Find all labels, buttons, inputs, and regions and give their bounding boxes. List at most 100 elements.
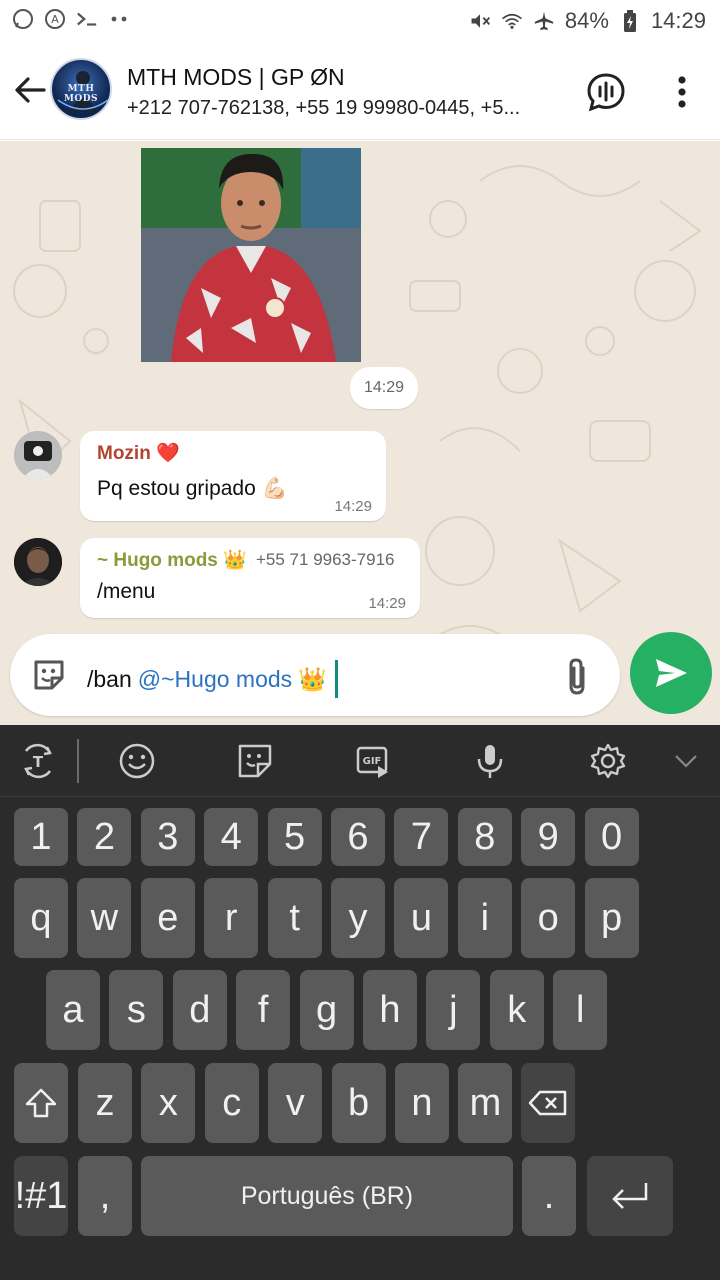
message-input[interactable]: /ban @~Hugo mods 👑 xyxy=(87,660,338,698)
collapse-toolbar-button[interactable] xyxy=(666,741,706,781)
backspace-icon xyxy=(528,1090,567,1116)
key-d[interactable]: d xyxy=(172,970,227,1050)
shift-key[interactable] xyxy=(14,1063,68,1143)
message-bubble[interactable]: ~ Hugo mods 👑 +55 71 9963-7916 /menu 14:… xyxy=(80,538,420,618)
svg-text:T: T xyxy=(33,753,44,771)
gif-button[interactable]: GIF xyxy=(353,741,393,781)
key-4[interactable]: 4 xyxy=(204,808,259,866)
paperclip-icon xyxy=(569,658,585,695)
message-composer[interactable]: /ban @~Hugo mods 👑 xyxy=(10,634,620,716)
message-text: /menu xyxy=(97,580,156,603)
key-u[interactable]: u xyxy=(394,878,449,958)
svg-text:GIF: GIF xyxy=(363,756,382,767)
enter-key[interactable] xyxy=(587,1156,673,1236)
key-s[interactable]: s xyxy=(109,970,164,1050)
chat-header: MTH MODS MTH MODS | GP ØN +212 707-76213… xyxy=(0,42,720,140)
message-bubble[interactable]: Mozin ❤️ Pq estou gripado 💪🏻 14:29 xyxy=(80,431,386,521)
key-l[interactable]: l xyxy=(553,970,608,1050)
sticker-image[interactable] xyxy=(141,148,361,362)
symbols-key[interactable]: !#1 xyxy=(14,1156,68,1236)
back-button[interactable] xyxy=(10,70,50,110)
sender-name: Mozin ❤️ xyxy=(97,443,180,464)
participants-list: +212 707-762138, +55 19 99980-0445, +5..… xyxy=(127,97,521,119)
key-2[interactable]: 2 xyxy=(77,808,132,866)
key-n[interactable]: n xyxy=(395,1063,449,1143)
key-x[interactable]: x xyxy=(141,1063,196,1143)
key-r[interactable]: r xyxy=(204,878,259,958)
wifi-icon xyxy=(501,10,523,32)
key-z[interactable]: z xyxy=(78,1063,132,1143)
key-v[interactable]: v xyxy=(268,1063,323,1143)
sticker-keyboard-button[interactable] xyxy=(235,741,275,781)
key-o[interactable]: o xyxy=(521,878,576,958)
key-7[interactable]: 7 xyxy=(394,808,449,866)
comma-key[interactable]: , xyxy=(78,1156,132,1236)
voice-chat-button[interactable] xyxy=(586,72,626,112)
key-m[interactable]: m xyxy=(458,1063,513,1143)
gif-icon: GIF xyxy=(356,746,388,778)
sender-name: ~ Hugo mods 👑 xyxy=(97,550,247,571)
airplane-icon xyxy=(533,10,555,32)
heart-emoji: ❤️ xyxy=(156,443,180,464)
sticker-timestamp: 14:29 xyxy=(350,367,418,409)
period-key[interactable]: . xyxy=(522,1156,576,1236)
sender-avatar-mozin[interactable] xyxy=(14,431,62,479)
avatar-image xyxy=(14,538,62,586)
key-c[interactable]: c xyxy=(204,1063,259,1143)
attach-button[interactable] xyxy=(563,656,591,696)
sticker-smiley-icon xyxy=(34,660,64,690)
translate-icon: T xyxy=(24,743,52,779)
terminal-icon xyxy=(76,8,98,30)
whatsapp-icon xyxy=(12,8,34,30)
key-5[interactable]: 5 xyxy=(267,808,322,866)
status-bar: A 84% 14:29 xyxy=(0,0,720,42)
text-cursor xyxy=(334,660,338,698)
key-e[interactable]: e xyxy=(140,878,195,958)
keyboard-settings-button[interactable] xyxy=(588,741,628,781)
key-9[interactable]: 9 xyxy=(521,808,576,866)
smiley-icon xyxy=(119,743,155,779)
key-k[interactable]: k xyxy=(489,970,544,1050)
key-8[interactable]: 8 xyxy=(457,808,512,866)
voice-input-button[interactable] xyxy=(470,741,510,781)
emoji-button[interactable] xyxy=(117,741,157,781)
key-q[interactable]: q xyxy=(14,878,68,958)
overflow-menu-button[interactable] xyxy=(668,72,696,112)
key-p[interactable]: p xyxy=(584,878,639,958)
key-w[interactable]: w xyxy=(77,878,132,958)
message-timestamp: 14:29 xyxy=(368,595,406,612)
group-avatar[interactable]: MTH MODS xyxy=(50,58,112,120)
key-j[interactable]: j xyxy=(426,970,481,1050)
key-6[interactable]: 6 xyxy=(331,808,385,866)
microphone-icon xyxy=(477,745,503,778)
sender-avatar-hugo[interactable] xyxy=(14,538,62,586)
key-t[interactable]: t xyxy=(267,878,322,958)
send-icon xyxy=(656,659,687,687)
key-a[interactable]: a xyxy=(46,970,100,1050)
key-g[interactable]: g xyxy=(299,970,354,1050)
key-y[interactable]: y xyxy=(331,878,385,958)
sender-phone: +55 71 9963-7916 xyxy=(256,550,395,569)
key-f[interactable]: f xyxy=(236,970,291,1050)
key-0[interactable]: 0 xyxy=(584,808,639,866)
key-i[interactable]: i xyxy=(457,878,512,958)
key-h[interactable]: h xyxy=(363,970,417,1050)
key-3[interactable]: 3 xyxy=(140,808,195,866)
sticker-button[interactable] xyxy=(30,656,68,694)
space-key[interactable]: Português (BR) xyxy=(141,1156,513,1236)
backspace-key[interactable] xyxy=(521,1063,575,1143)
chat-title-block[interactable]: MTH MODS | GP ØN +212 707-762138, +55 19… xyxy=(127,64,567,120)
sticker-icon xyxy=(238,744,272,778)
translate-button[interactable]: T xyxy=(18,741,58,781)
key-b[interactable]: b xyxy=(331,1063,386,1143)
drive-mode-icon: A xyxy=(44,8,66,30)
key-1[interactable]: 1 xyxy=(14,808,68,866)
group-avatar-logo: MTH MODS xyxy=(63,84,99,104)
crown-emoji: 👑 xyxy=(298,665,327,692)
chevron-down-icon xyxy=(675,755,697,768)
crown-emoji: 👑 xyxy=(223,550,247,571)
player-photo xyxy=(141,148,361,362)
send-button[interactable] xyxy=(630,632,712,714)
toolbar-divider xyxy=(77,739,79,783)
message-text: Pq estou gripado 💪🏻 xyxy=(97,477,288,500)
